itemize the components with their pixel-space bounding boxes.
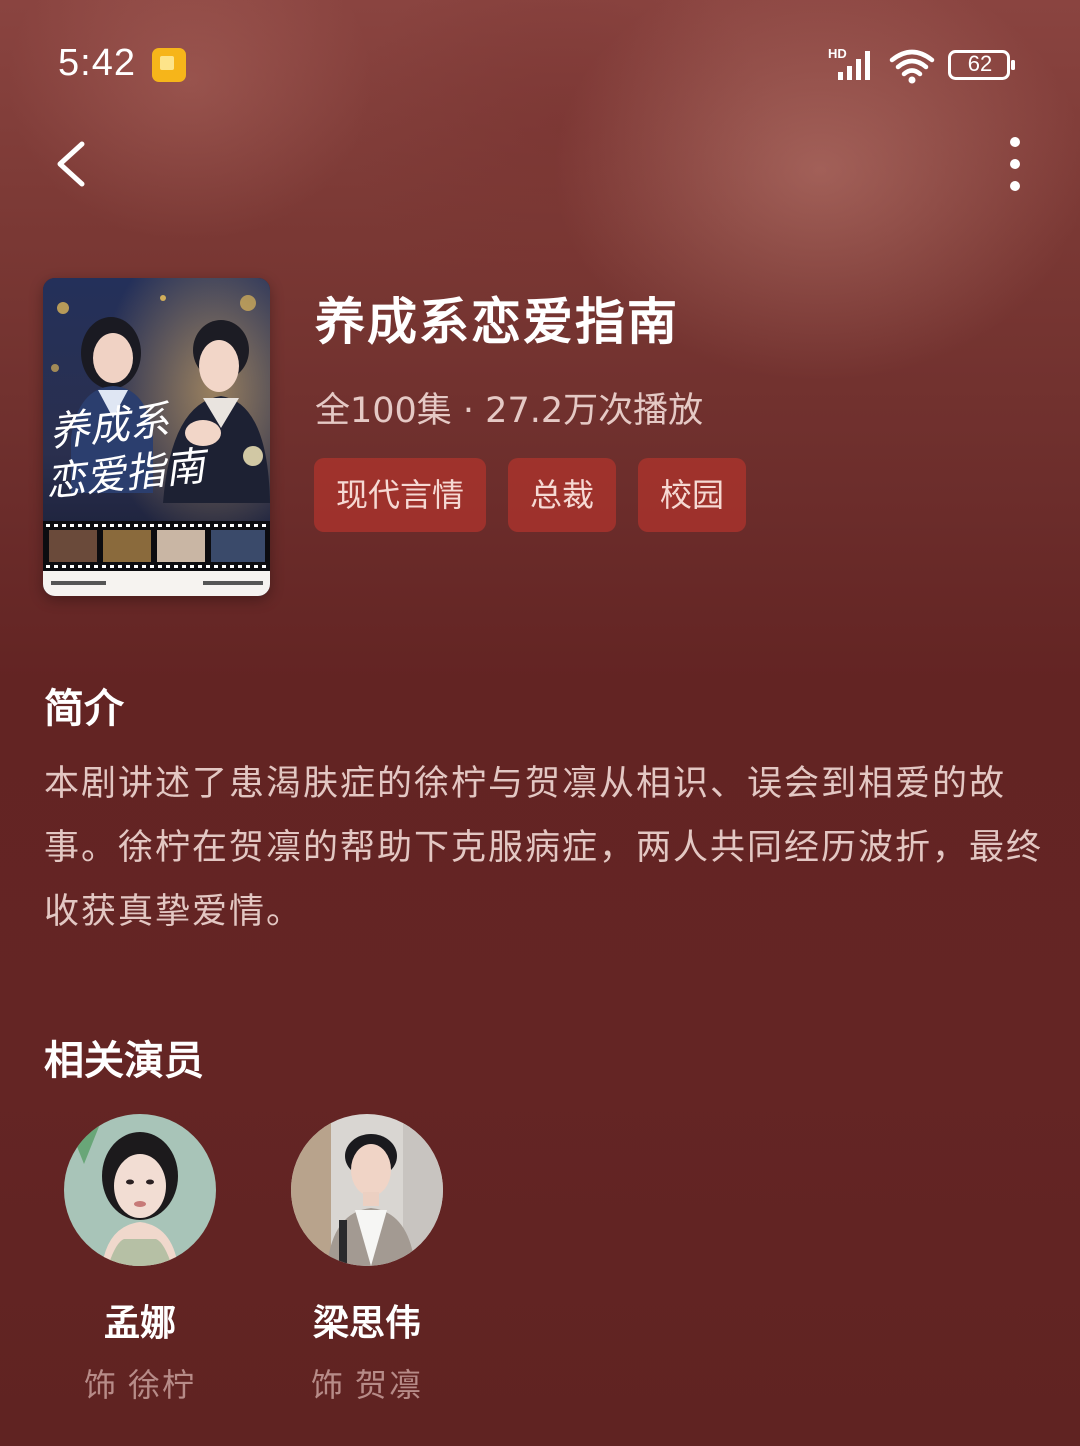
actor-card[interactable]: 梁思伟 饰贺凛	[267, 1114, 467, 1406]
actor-role: 饰贺凛	[267, 1360, 467, 1406]
more-vertical-icon	[1010, 137, 1020, 191]
more-options-button[interactable]	[995, 132, 1035, 196]
role-prefix: 饰	[310, 1366, 345, 1404]
chevron-left-icon	[57, 141, 85, 187]
actor-photo	[64, 1114, 216, 1266]
drama-episode-plays: 全100集 · 27.2万次播放	[315, 391, 704, 431]
actor-name: 梁思伟	[312, 1303, 421, 1344]
role-prefix: 饰	[83, 1366, 118, 1404]
actor-avatar	[291, 1114, 443, 1266]
intro-text: 本剧讲述了患渴肤症的徐柠与贺凛从相识、误会到相爱的故事。徐柠在贺凛的帮助下克服病…	[44, 764, 1044, 932]
genre-tags: 现代言情 总裁 校园	[314, 458, 747, 532]
role-name: 徐柠	[128, 1366, 197, 1404]
actor-avatar	[64, 1114, 216, 1266]
poster-artwork: 养成系 恋爱指南	[43, 278, 270, 596]
status-time: 5:42	[58, 42, 136, 84]
battery-level: 62	[967, 51, 993, 76]
notification-icon	[152, 48, 186, 82]
actor-card[interactable]: 孟娜 饰徐柠	[40, 1114, 240, 1406]
back-button[interactable]	[46, 132, 106, 196]
drama-title: 养成系恋爱指南	[315, 293, 679, 351]
wifi-icon	[889, 49, 935, 84]
actor-photo	[291, 1114, 443, 1266]
tag-campus[interactable]: 校园	[638, 458, 747, 532]
actor-role: 饰徐柠	[40, 1360, 240, 1406]
actor-name: 孟娜	[103, 1303, 176, 1344]
drama-poster[interactable]: 养成系 恋爱指南	[43, 278, 270, 596]
network-type-label: HD	[828, 46, 847, 61]
status-bar: 5:42 HD 62	[0, 0, 1080, 130]
intro-heading: 简介	[44, 686, 124, 732]
actors-heading: 相关演员	[44, 1038, 204, 1084]
tag-modern-romance[interactable]: 现代言情	[314, 458, 487, 532]
signal-icon: HD	[828, 46, 870, 80]
role-name: 贺凛	[355, 1366, 424, 1404]
tag-ceo[interactable]: 总裁	[508, 458, 617, 532]
